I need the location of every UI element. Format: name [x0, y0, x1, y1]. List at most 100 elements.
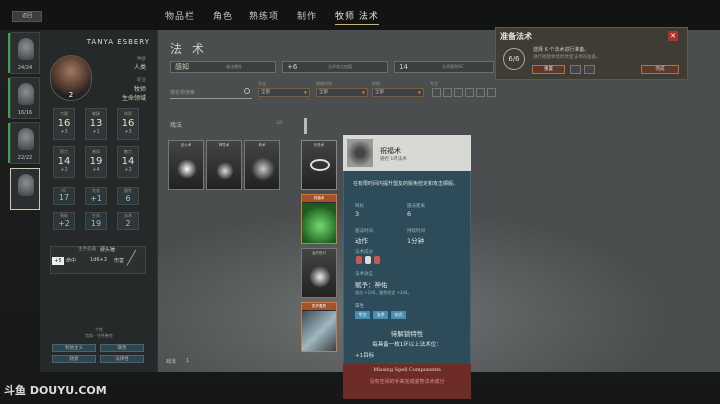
prepare-panel-text: 选择 6 个法术进行准备。 [533, 47, 590, 53]
spell-card-guidance[interactable]: 神导术 [206, 140, 242, 190]
portrait-face [18, 38, 34, 60]
stat-proficiency[interactable]: 熟练 +2 [53, 212, 75, 230]
tab-crafting[interactable]: 制作 [297, 9, 317, 22]
spell-glow [251, 157, 275, 181]
tab-inventory[interactable]: 物品栏 [165, 9, 195, 22]
duration-label: 持续时间 [407, 229, 425, 234]
streaming-watermark: 斗鱼 DOUYU.COM [4, 384, 107, 397]
stat-value: 14 [57, 156, 71, 167]
filter-school-dropdown[interactable]: 全部 [258, 88, 310, 97]
bottom-cantrip-label: 戏法 [166, 359, 177, 365]
stat-mod: +3 [60, 129, 68, 135]
trait-button-awe[interactable]: 敬畏 [100, 344, 144, 352]
stat-dex[interactable]: 敏捷 13 +1 [85, 108, 107, 140]
dropdown-value: 全部 [319, 90, 328, 95]
upcast-bonus: +1目标 [355, 353, 375, 359]
portrait-face [18, 83, 34, 105]
effect-text: 赋予：神佑 [355, 281, 388, 289]
redo-icon[interactable] [584, 65, 595, 74]
stat-cha[interactable]: 魅力 14 +2 [117, 146, 139, 178]
filter-range-label: 射程 [372, 81, 380, 86]
material-component-icon [374, 256, 380, 264]
spell-art [302, 203, 336, 243]
filter-casting-dropdown[interactable]: 全部 [316, 88, 368, 97]
column-divider [304, 118, 307, 134]
stat-ac[interactable]: AC 17 [53, 187, 75, 205]
spell-card-name: 圣火术 [180, 143, 192, 147]
filter-chip[interactable] [432, 88, 441, 97]
trait-subtitle: 信仰 · 守序善良 [85, 333, 113, 338]
spell-card-sacred-flame[interactable]: 圣火术 [168, 140, 204, 190]
sub-stat-value: +1 [90, 194, 102, 203]
prepared-spell-bless[interactable]: 祝福术 [301, 194, 337, 244]
spell-card-light[interactable]: 光亮术 [301, 140, 337, 190]
upcast-title: 待解锁特性 [390, 330, 424, 338]
target-value: 3 [355, 210, 360, 218]
sub-stat-value: 19 [90, 219, 102, 228]
party-member-1[interactable]: 24/24 [8, 32, 40, 74]
portrait-face [18, 174, 34, 196]
close-icon[interactable]: ✕ [668, 31, 678, 41]
trait-button-law[interactable]: 法律性 [100, 355, 144, 363]
confirm-button[interactable]: 完成 [641, 65, 679, 74]
tooltip-spell-icon [347, 139, 373, 167]
spell-attribute-value: 感知 [175, 63, 189, 71]
tab-character[interactable]: 角色 [213, 9, 233, 22]
stat-con[interactable]: 体质 16 +3 [117, 108, 139, 140]
filter-chip[interactable] [476, 88, 485, 97]
party-member-2[interactable]: 16/16 [8, 77, 40, 119]
filter-chip[interactable] [487, 88, 496, 97]
spell-attack-label: 法术攻击加值 [328, 64, 352, 69]
prepared-spell-protection[interactable]: 防护善恶 [301, 302, 337, 352]
filter-chip[interactable] [465, 88, 474, 97]
prepared-spell-cure-wounds[interactable]: 治疗伤口 [301, 248, 337, 298]
filter-range-dropdown[interactable]: 全部 [372, 88, 424, 97]
tab-cleric-spells[interactable]: 牧师 法术 [335, 9, 379, 25]
stat-label: 感知 [92, 149, 100, 154]
tab-proficiencies[interactable]: 熟练项 [249, 9, 279, 22]
spell-glow [177, 159, 197, 179]
stat-initiative[interactable]: 先攻 +1 [85, 187, 107, 205]
reset-button[interactable]: 重置 [532, 65, 565, 74]
filter-chip[interactable] [443, 88, 452, 97]
stat-save[interactable]: 豁免 6 [117, 187, 139, 205]
range-label: 施法距离 [407, 204, 425, 209]
components-label: 法术成分 [355, 250, 373, 255]
party-member-3[interactable]: 22/22 [8, 122, 40, 164]
stat-wis[interactable]: 感知 19 +4 [85, 146, 107, 178]
tooltip-description: 在有限时间内提升盟友的骰免检定和攻击掷骰。 [353, 181, 459, 187]
dropdown-value: 全部 [375, 90, 384, 95]
spell-card-thaumaturgy[interactable]: 奇术 [244, 140, 280, 190]
range-value: 6 [407, 210, 412, 218]
undo-icon[interactable] [570, 65, 581, 74]
stat-label: 敏捷 [92, 111, 100, 116]
level-label: 1环 [276, 120, 283, 125]
domain-value: 生命领域 [121, 95, 146, 102]
back-button[interactable]: 返回 [12, 11, 42, 22]
party-portraits: 24/24 16/16 22/22 [8, 30, 40, 220]
casting-time-label: 施法时间 [355, 229, 373, 234]
prepared-spell-name: 防护善恶 [302, 303, 336, 310]
stat-str[interactable]: 力量 16 +3 [53, 108, 75, 140]
stat-hp[interactable]: 生命 19 [85, 212, 107, 230]
party-member-4-selected[interactable] [10, 168, 40, 210]
spell-attribute-field: 感知 [170, 61, 276, 73]
spell-art [302, 311, 336, 351]
stat-spell[interactable]: 法术 2 [117, 212, 139, 230]
upcast-text: 每具备一枚1环以上法术位： [372, 342, 442, 348]
stat-value: 14 [121, 156, 135, 167]
stat-mod: +4 [92, 167, 100, 173]
sub-stat-value: 6 [125, 194, 131, 203]
prepared-count: 6/6 [503, 48, 525, 70]
trait-button-random[interactable]: 随意 [52, 355, 96, 363]
filter-chip[interactable] [454, 88, 463, 97]
filter-school-label: 学派 [258, 81, 266, 86]
tooltip-spell-subtitle: 惑控 1环法术 [380, 157, 407, 162]
stat-label: 智力 [60, 149, 68, 154]
sub-stat-value: 2 [125, 219, 131, 228]
stat-int[interactable]: 智力 14 +2 [53, 146, 75, 178]
spell-search-input[interactable]: 按名称搜索 [170, 89, 252, 99]
spell-card-name: 神导术 [218, 143, 230, 147]
missing-components-title: Missing Spell Components [373, 367, 441, 373]
trait-button-altruism[interactable]: 利他主义 [52, 344, 96, 352]
